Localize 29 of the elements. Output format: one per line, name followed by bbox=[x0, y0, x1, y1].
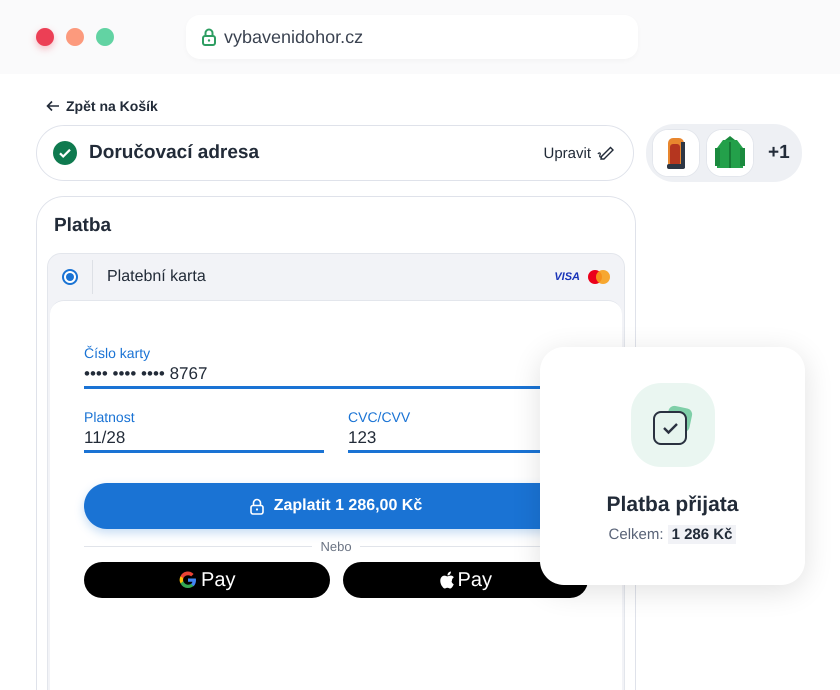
back-link-text[interactable]: Zpět na Košík bbox=[66, 98, 158, 114]
google-logo-icon bbox=[178, 570, 198, 590]
radio-button[interactable] bbox=[62, 269, 78, 285]
delivery-title: Doručovací adresa bbox=[89, 142, 260, 164]
total-label: Celkem: bbox=[608, 526, 664, 543]
address-bar[interactable]: vybavenidohor.cz bbox=[186, 15, 638, 59]
mastercard-logo-icon bbox=[588, 270, 610, 284]
divider-text: Nebo bbox=[320, 539, 352, 554]
maximize-window-dot[interactable] bbox=[96, 28, 114, 46]
padlock-icon bbox=[250, 498, 264, 514]
google-pay-button[interactable]: Pay bbox=[84, 562, 330, 598]
expiry-field[interactable]: Platnost 11/28 bbox=[84, 409, 324, 453]
close-window-dot[interactable] bbox=[36, 28, 54, 46]
back-link[interactable]: Zpět na Košík bbox=[46, 96, 840, 116]
checkbox-icon bbox=[650, 404, 694, 446]
minimize-window-dot[interactable] bbox=[66, 28, 84, 46]
total-amount: 1 286 Kč bbox=[668, 525, 736, 544]
back-arrow-icon bbox=[46, 100, 60, 112]
cart-preview[interactable]: +1 bbox=[646, 124, 802, 182]
edit-button[interactable]: Upravit bbox=[543, 144, 615, 162]
url-text: vybavenidohor.cz bbox=[224, 26, 364, 48]
more-items-count: +1 bbox=[768, 142, 790, 164]
padlock-icon bbox=[202, 28, 216, 46]
success-title: Platba přijata bbox=[606, 493, 738, 517]
payment-title: Platba bbox=[54, 215, 112, 237]
pencil-icon bbox=[597, 145, 615, 161]
card-brand-logo: VISA bbox=[554, 271, 580, 283]
apple-logo-icon bbox=[438, 570, 455, 590]
payment-method-label[interactable]: Platební karta bbox=[107, 268, 554, 286]
